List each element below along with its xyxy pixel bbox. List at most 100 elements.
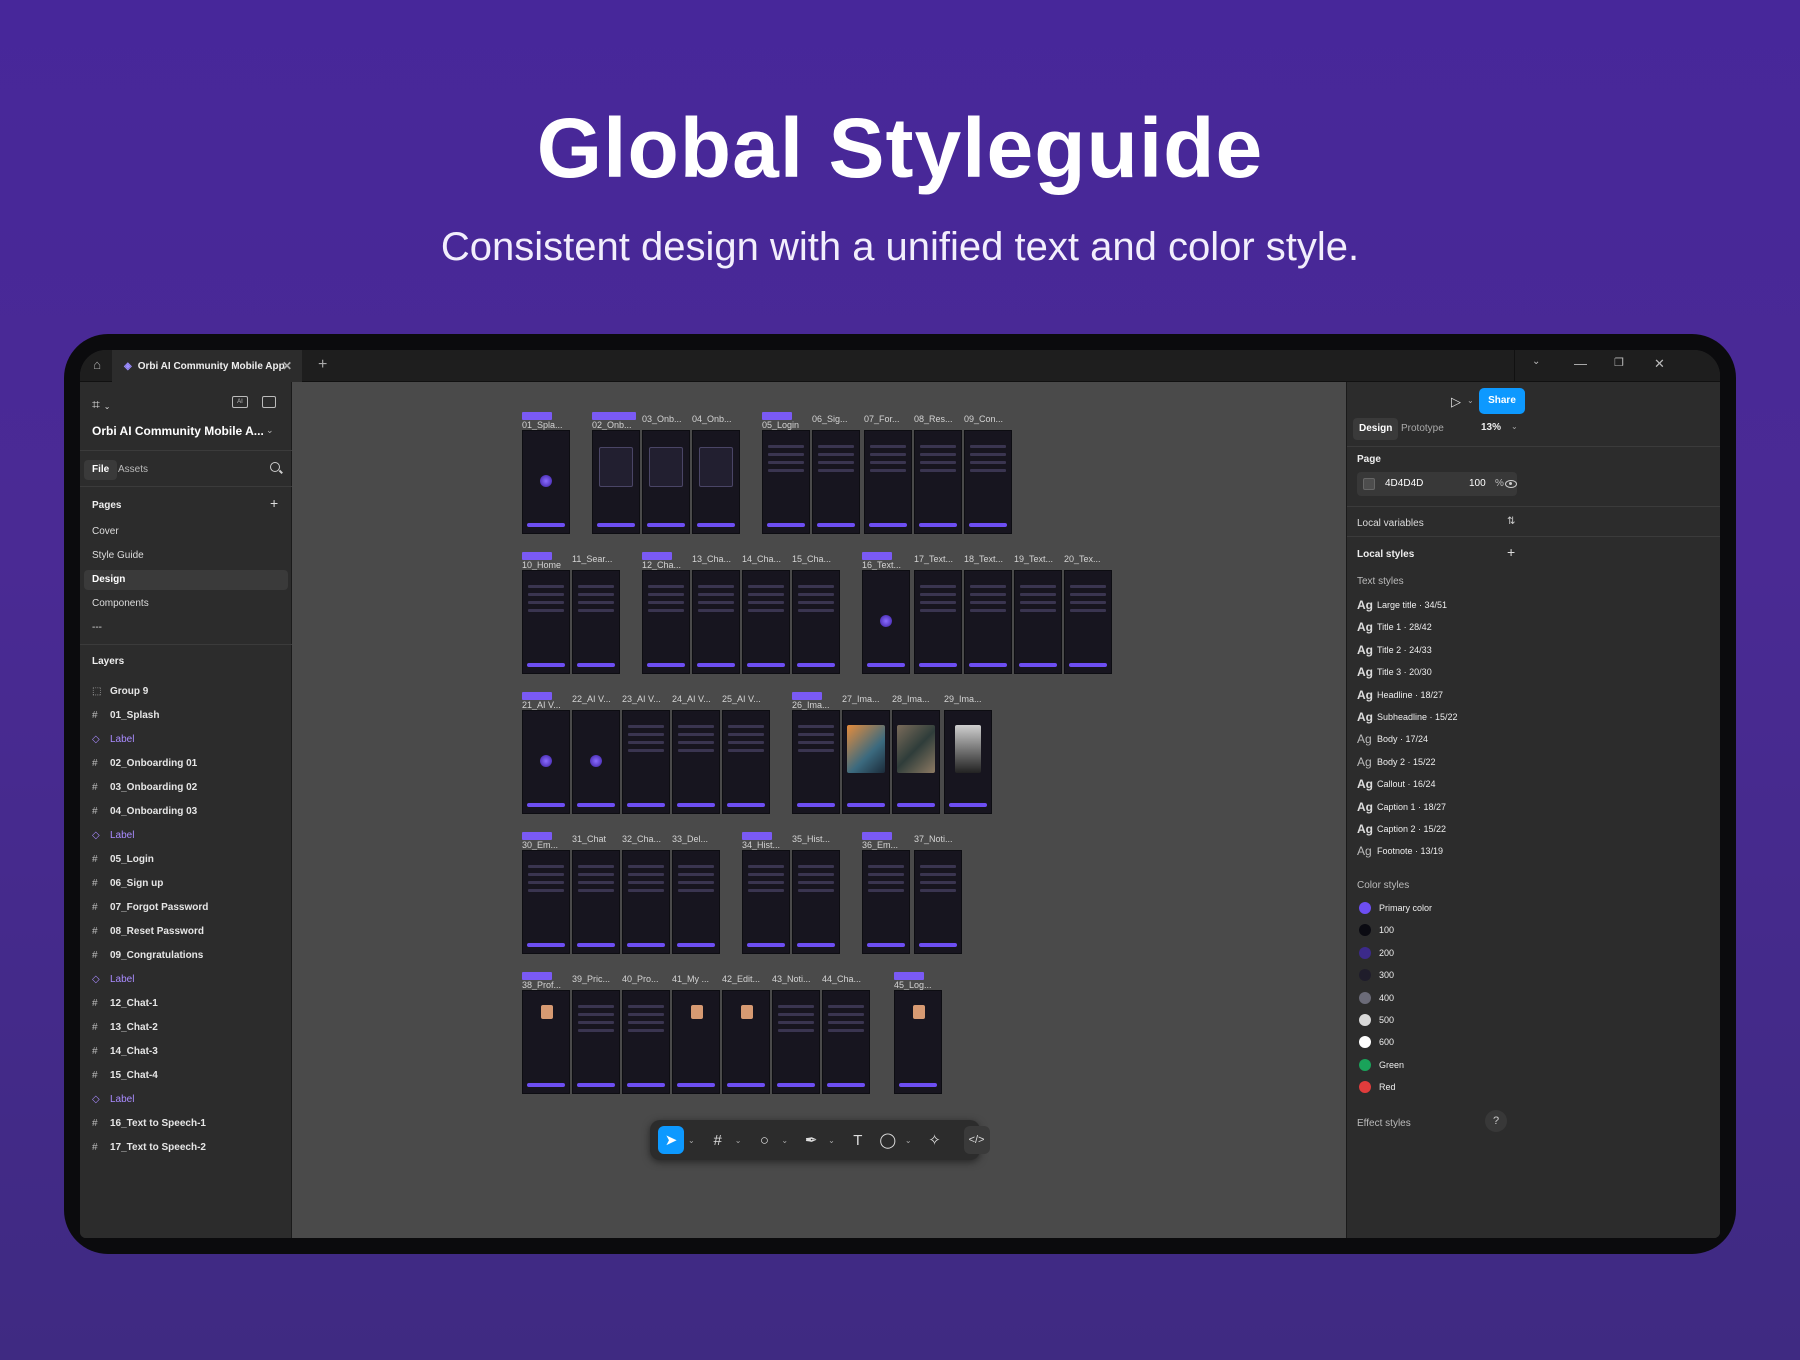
layer-item[interactable]: #01_Splash xyxy=(92,706,159,726)
frame-name[interactable]: 24_AI V... xyxy=(672,694,711,704)
frame-name[interactable]: 32_Cha... xyxy=(622,834,661,844)
frame-name[interactable]: 40_Pro... xyxy=(622,974,659,984)
text-style-item[interactable]: Ag Title 3 · 20/30 xyxy=(1357,665,1432,679)
pen-icon[interactable]: ✒ xyxy=(798,1126,824,1154)
restore-icon[interactable]: ❐ xyxy=(1614,356,1624,369)
frame-name[interactable]: 38_Prof... xyxy=(522,980,561,990)
layer-item[interactable]: #15_Chat-4 xyxy=(92,1066,158,1086)
color-style-item[interactable]: Green xyxy=(1359,1058,1404,1071)
ellipse-icon[interactable]: ○ xyxy=(751,1126,777,1154)
frame-name[interactable]: 15_Cha... xyxy=(792,554,831,564)
frame-name[interactable]: 29_Ima... xyxy=(944,694,982,704)
frame-name[interactable]: 17_Text... xyxy=(914,554,953,564)
color-style-item[interactable]: 300 xyxy=(1359,969,1394,982)
layer-item[interactable]: #17_Text to Speech-2 xyxy=(92,1138,206,1158)
text-icon[interactable]: T xyxy=(845,1126,871,1154)
frame-name[interactable]: 10_Home xyxy=(522,560,561,570)
frame-name[interactable]: 07_For... xyxy=(864,414,900,424)
frame-name[interactable]: 36_Em... xyxy=(862,840,898,850)
dev-mode-icon[interactable]: </> xyxy=(963,1126,990,1154)
ai-icon[interactable]: AI xyxy=(232,396,248,408)
minimize-icon[interactable]: — xyxy=(1574,356,1587,371)
home-icon[interactable]: ⌂ xyxy=(88,357,106,375)
frame-name[interactable]: 16_Text... xyxy=(862,560,901,570)
chevron-down-icon[interactable]: ⌄ xyxy=(905,1136,912,1145)
comment-icon[interactable]: ◯ xyxy=(875,1126,901,1154)
layer-item[interactable]: ◇ Label xyxy=(92,826,134,846)
frame-name[interactable]: 18_Text... xyxy=(964,554,1003,564)
local-variables[interactable]: Local variables xyxy=(1357,518,1424,529)
frame-name[interactable]: 23_AI V... xyxy=(622,694,661,704)
chevron-down-icon[interactable]: ⌄ xyxy=(735,1136,742,1145)
page-separator[interactable]: --- xyxy=(84,618,288,638)
page-cover[interactable]: Cover xyxy=(84,522,288,542)
chevron-down-icon[interactable]: ⌄ xyxy=(781,1136,788,1145)
frame-name[interactable]: 31_Chat xyxy=(572,834,606,844)
layer-item[interactable]: #13_Chat-2 xyxy=(92,1018,158,1038)
file-tab[interactable]: ◈ Orbi AI Community Mobile App ✕ xyxy=(112,350,302,382)
frame-name[interactable]: 05_Login xyxy=(762,420,799,430)
text-style-item[interactable]: Ag Large title · 34/51 xyxy=(1357,598,1447,612)
frame-name[interactable]: 02_Onb... xyxy=(592,420,632,430)
layer-item[interactable]: ◇ Label xyxy=(92,1090,134,1110)
move-icon[interactable]: ➤ xyxy=(658,1126,684,1154)
text-style-item[interactable]: Ag Title 1 · 28/42 xyxy=(1357,620,1432,634)
color-style-item[interactable]: 500 xyxy=(1359,1014,1394,1026)
text-style-item[interactable]: Ag Caption 2 · 15/22 xyxy=(1357,822,1446,836)
color-style-item[interactable]: Red xyxy=(1359,1081,1396,1094)
color-style-item[interactable]: Primary color xyxy=(1359,902,1432,914)
frame-icon[interactable]: # xyxy=(705,1126,731,1154)
text-style-item[interactable]: Ag Body 2 · 15/22 xyxy=(1357,755,1436,769)
layer-item[interactable]: #05_Login xyxy=(92,850,154,870)
page-components[interactable]: Components xyxy=(84,594,288,614)
frame-name[interactable]: 37_Noti... xyxy=(914,834,953,844)
chevron-down-icon[interactable]: ⌄ xyxy=(1467,396,1474,405)
page-opacity[interactable]: 100 xyxy=(1469,478,1486,489)
frame-name[interactable]: 33_Del... xyxy=(672,834,708,844)
frame-name[interactable]: 12_Cha... xyxy=(642,560,681,570)
frame-name[interactable]: 09_Con... xyxy=(964,414,1003,424)
frame-name[interactable]: 14_Cha... xyxy=(742,554,781,564)
canvas[interactable]: 01_Spla... 02_Onb... 03_Onb... 04_Onb... 05_… xyxy=(292,382,1346,1238)
layer-item[interactable]: #09_Congratulations xyxy=(92,946,203,966)
text-style-item[interactable]: Ag Callout · 16/24 xyxy=(1357,777,1436,791)
chevron-down-icon[interactable]: ⌄ xyxy=(828,1136,835,1145)
chevron-down-icon[interactable]: ⌄ xyxy=(266,425,274,436)
tab-prototype[interactable]: Prototype xyxy=(1395,418,1450,440)
chevron-down-icon[interactable]: ⌄ xyxy=(688,1136,695,1145)
page-color-swatch[interactable] xyxy=(1363,478,1375,490)
layer-item[interactable]: #07_Forgot Password xyxy=(92,898,208,918)
share-button[interactable]: Share xyxy=(1479,388,1525,414)
panel-toggle-icon[interactable] xyxy=(262,396,276,408)
color-style-item[interactable]: 100 xyxy=(1359,924,1394,937)
close-window-icon[interactable]: ✕ xyxy=(1654,356,1665,372)
layer-item[interactable]: #08_Reset Password xyxy=(92,922,204,942)
layer-item[interactable]: #14_Chat-3 xyxy=(92,1042,158,1062)
tab-design[interactable]: Design xyxy=(1353,418,1399,440)
frame-name[interactable]: 08_Res... xyxy=(914,414,953,424)
page-design[interactable]: Design xyxy=(84,570,288,590)
text-style-item[interactable]: Ag Title 2 · 24/33 xyxy=(1357,643,1432,657)
frame-name[interactable]: 11_Sear... xyxy=(572,554,612,564)
layer-item[interactable]: ◇ Label xyxy=(92,730,134,750)
frame-name[interactable]: 27_Ima... xyxy=(842,694,880,704)
frame-name[interactable]: 01_Spla... xyxy=(522,420,563,430)
layer-item[interactable]: #06_Sign up xyxy=(92,874,163,894)
project-name[interactable]: Orbi AI Community Mobile A... xyxy=(92,424,264,438)
frame-name[interactable]: 13_Cha... xyxy=(692,554,731,564)
frame-name[interactable]: 45_Log... xyxy=(894,980,932,990)
page-style-guide[interactable]: Style Guide xyxy=(84,546,288,566)
layer-item[interactable]: #16_Text to Speech-1 xyxy=(92,1114,206,1134)
close-tab-icon[interactable]: ✕ xyxy=(282,359,292,373)
frame-name[interactable]: 26_Ima... xyxy=(792,700,830,710)
frame-name[interactable]: 34_Hist... xyxy=(742,840,780,850)
page-color-field[interactable]: 4D4D4D 100 % xyxy=(1357,472,1517,496)
frame-name[interactable]: 43_Noti... xyxy=(772,974,811,984)
frame-name[interactable]: 22_AI V... xyxy=(572,694,611,704)
frame-name[interactable]: 06_Sig... xyxy=(812,414,848,424)
variables-settings-icon[interactable]: ⇅ xyxy=(1507,516,1515,527)
frame-name[interactable]: 35_Hist... xyxy=(792,834,830,844)
color-style-item[interactable]: 400 xyxy=(1359,991,1394,1004)
chevron-down-icon[interactable]: ⌄ xyxy=(1532,356,1540,367)
text-style-item[interactable]: Ag Headline · 18/27 xyxy=(1357,688,1443,702)
